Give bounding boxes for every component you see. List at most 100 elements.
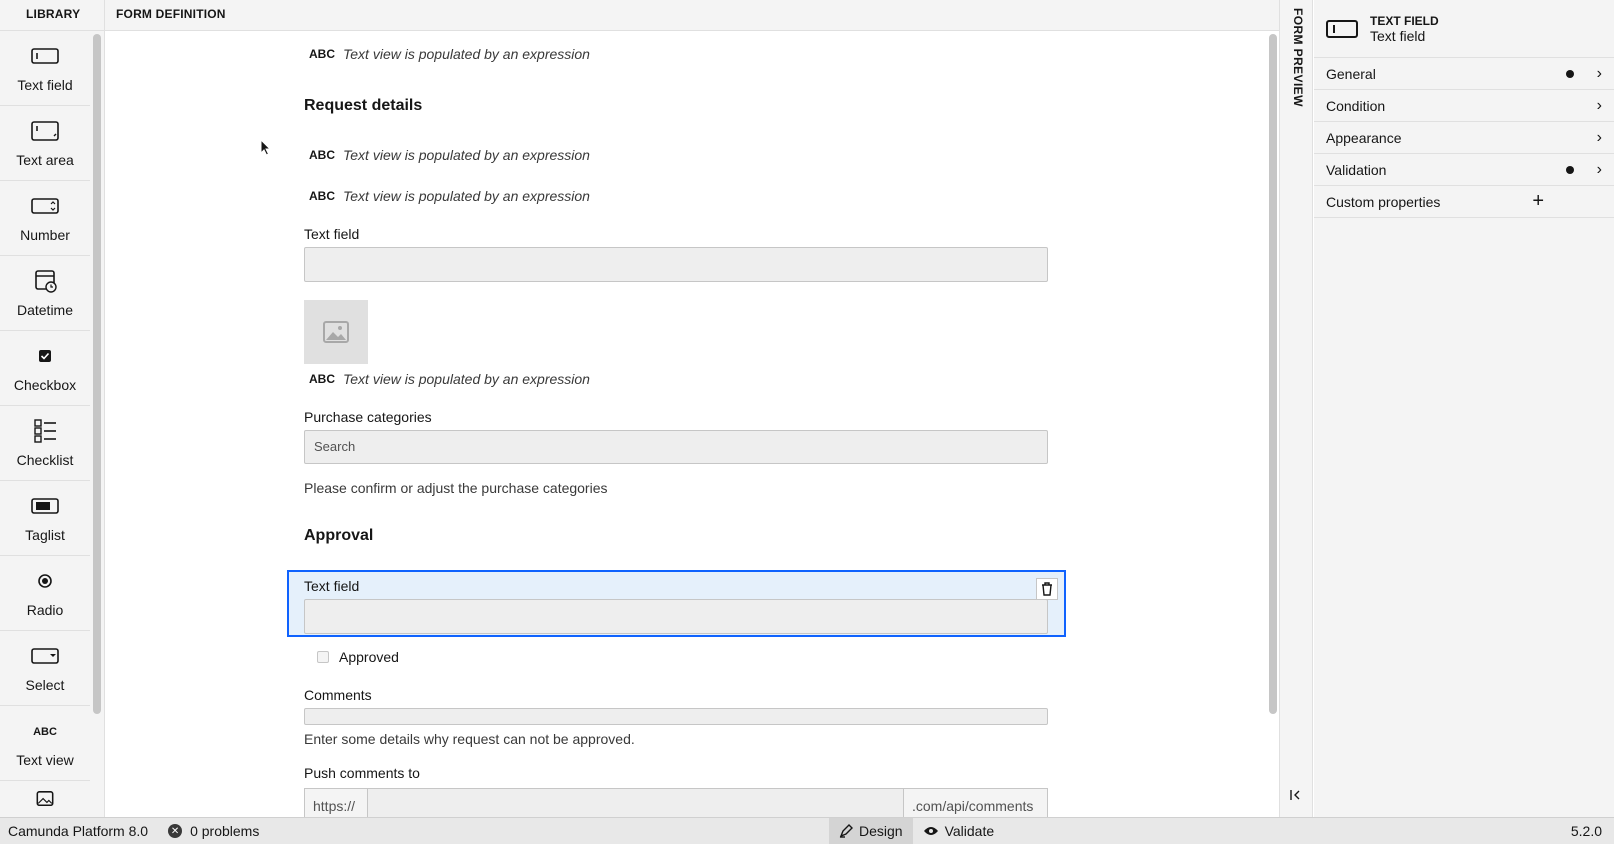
approved-label: Approved [339,649,399,665]
library-item-label: Number [20,227,70,243]
library-scrollbar[interactable] [93,34,101,714]
chevron-right-icon: › [1596,128,1602,146]
group-label: Appearance [1326,129,1402,146]
selected-field-label: Text field [304,578,360,594]
form-definition-panel: FORM DEFINITION ABC Text view is populat… [105,0,1279,817]
text-field-input[interactable] [304,247,1048,282]
tab-validate[interactable]: Validate [913,818,1005,844]
image-icon [323,321,349,343]
abc-icon: ABC [309,189,335,203]
status-bar: Camunda Platform 8.0 ✕ 0 problems Design… [0,817,1614,844]
properties-element-name: Text field [1370,27,1426,44]
text-view-4[interactable]: ABC Text view is populated by an express… [305,371,590,387]
tab-design[interactable]: Design [829,817,913,844]
group-label: Custom properties [1326,193,1441,210]
execution-platform[interactable]: Camunda Platform 8.0 [0,823,148,839]
image-placeholder[interactable] [304,300,368,364]
group-general[interactable]: General › [1314,58,1614,90]
library-item-taglist[interactable]: Taglist [0,481,90,556]
group-custom-properties[interactable]: Custom properties + [1314,186,1614,218]
library-title: LIBRARY [0,0,104,31]
abc-icon: ABC [309,47,335,61]
select-icon [31,648,59,664]
taglist-icon [31,498,59,514]
chevron-right-icon: › [1596,96,1602,114]
library-item-text-view[interactable]: ABC Text view [0,706,90,781]
library-item-datetime[interactable]: Datetime [0,256,90,331]
library-item-label: Checklist [16,452,74,468]
group-label: Condition [1326,97,1386,114]
text-field-icon [1326,19,1358,38]
has-entries-dot [1566,165,1574,174]
text-view-3[interactable]: ABC Text view is populated by an express… [305,188,590,204]
library-item-label: Radio [26,602,64,618]
mouse-cursor-icon [260,139,272,156]
form-canvas: ABC Text view is populated by an express… [105,32,1270,817]
library-item-label: Text view [16,752,74,768]
checklist-icon [34,419,56,443]
eye-icon [923,827,938,835]
text-field-icon [31,48,59,64]
library-item-select[interactable]: Select [0,631,90,706]
selected-text-field[interactable]: Text field [287,570,1066,637]
heading-approval[interactable]: Approval [304,527,373,545]
push-comments-label: Push comments to [304,765,420,781]
add-icon[interactable]: + [1532,190,1544,213]
url-suffix: .com/api/comments [903,789,1047,817]
form-definition-title: FORM DEFINITION [105,0,1279,31]
library-item-image[interactable] [0,781,90,817]
library-item-label: Taglist [25,527,65,543]
library-item-label: Datetime [16,302,74,318]
abc-icon: ABC [309,148,335,162]
text-view-2[interactable]: ABC Text view is populated by an express… [305,147,590,163]
tab-label: Design [859,823,903,839]
library-item-checklist[interactable]: Checklist [0,406,90,481]
purchase-categories-search[interactable]: Search [304,430,1048,464]
group-condition[interactable]: Condition › [1314,90,1614,122]
mode-tabs: Design Validate [829,817,1005,844]
heading-request-details[interactable]: Request details [304,97,422,115]
chevron-right-icon: › [1596,160,1602,178]
library-item-label: Checkbox [13,377,77,393]
library-item-text-field[interactable]: Text field [0,31,90,106]
problems-count: 0 problems [190,823,260,839]
group-appearance[interactable]: Appearance › [1314,122,1614,154]
selected-field-input[interactable] [304,599,1048,634]
purchase-categories-description: Please confirm or adjust the purchase ca… [304,480,608,496]
library-item-radio[interactable]: Radio [0,556,90,631]
text-view-icon-text: ABC [33,726,57,738]
tab-label: Validate [944,823,995,839]
error-icon: ✕ [168,824,183,838]
group-validation[interactable]: Validation › [1314,154,1614,186]
text-view-text: Text view is populated by an expression [343,188,590,204]
text-view-text: Text view is populated by an expression [343,46,590,62]
library-item-number[interactable]: Number [0,181,90,256]
properties-element-type: TEXT FIELD [1370,13,1439,28]
form-preview-strip[interactable]: FORM PREVIEW [1279,0,1313,817]
properties-header: TEXT FIELD Text field [1314,0,1614,58]
approved-checkbox[interactable] [317,651,329,663]
text-view-text: Text view is populated by an expression [343,371,590,387]
purchase-categories-label: Purchase categories [304,409,432,425]
comments-label: Comments [304,687,372,703]
group-label: General [1326,65,1376,82]
form-scrollbar[interactable] [1269,34,1277,714]
library-item-checkbox[interactable]: Checkbox [0,331,90,406]
abc-icon: ABC [309,372,335,386]
collapse-preview-icon[interactable] [1289,788,1301,804]
number-icon [31,198,59,214]
comments-textarea[interactable] [304,708,1048,725]
text-view-icon: ABC [33,726,57,738]
text-view-1[interactable]: ABC Text view is populated by an express… [305,46,590,62]
radio-icon [38,574,52,588]
delete-field-button[interactable] [1036,578,1058,600]
url-input[interactable] [368,789,903,817]
push-comments-field[interactable]: https:// .com/api/comments [304,788,1048,817]
library-item-label: Text field [17,77,73,93]
library-item-label: Text area [16,152,74,168]
image-icon [36,791,54,807]
approved-checkbox-row[interactable]: Approved [317,649,399,665]
problems-indicator[interactable]: ✕ 0 problems [168,823,259,839]
library-item-text-area[interactable]: Text area [0,106,90,181]
group-label: Validation [1326,161,1387,178]
